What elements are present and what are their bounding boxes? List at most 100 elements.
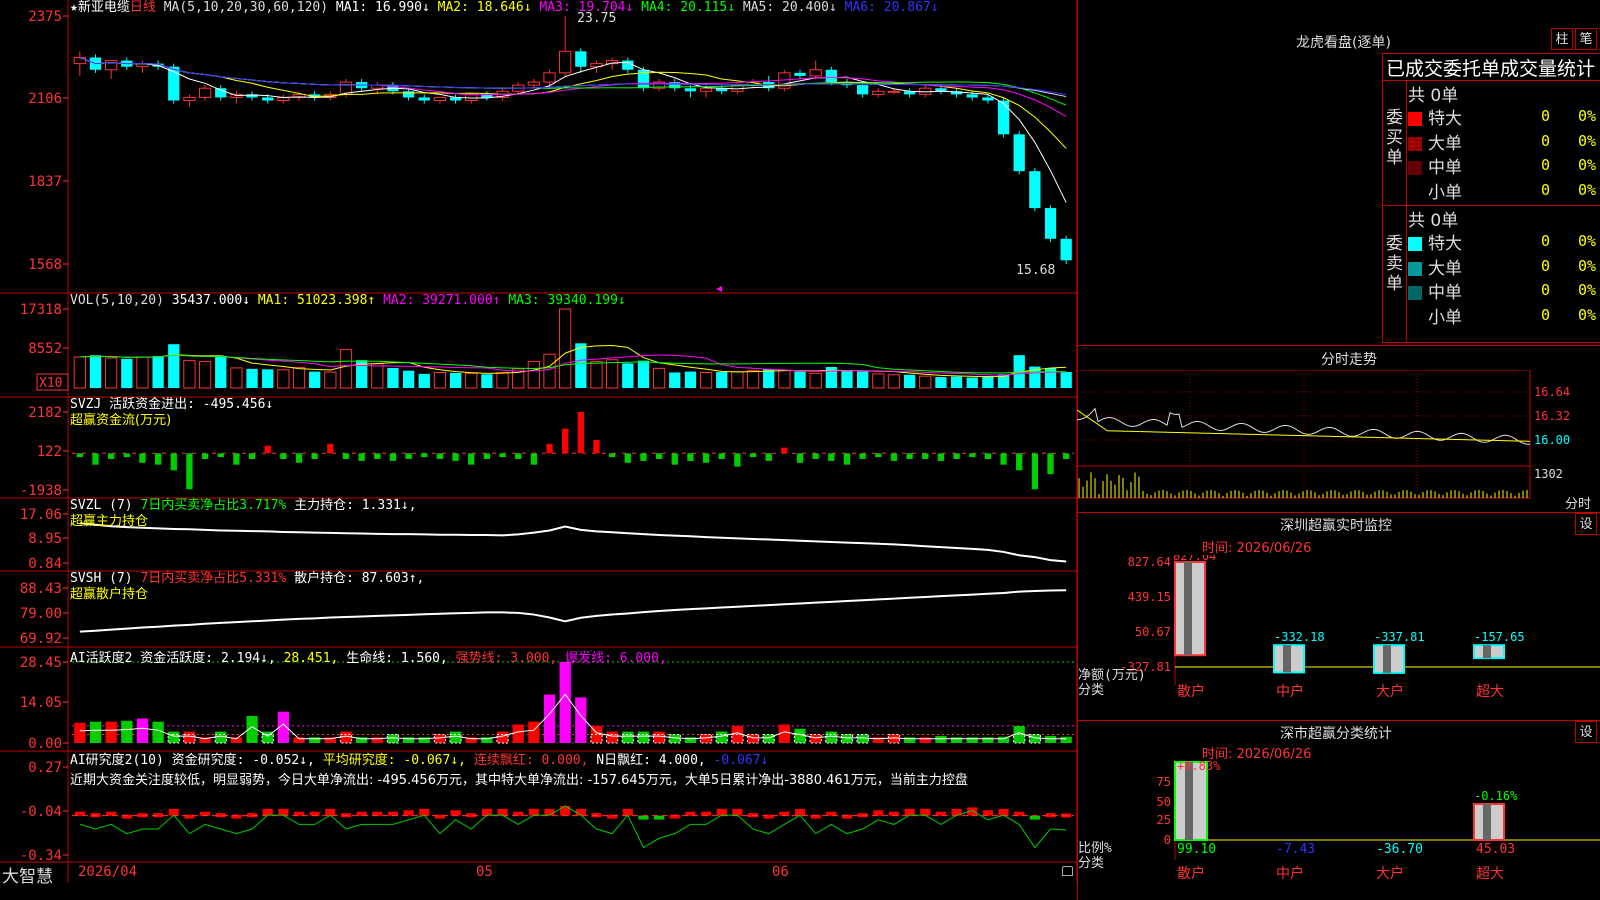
svzj-bar [546, 443, 553, 454]
svzj-bar [937, 453, 945, 461]
volume-bar [152, 356, 164, 388]
activity-bar [434, 734, 446, 743]
sell-row: 小单 [1408, 303, 1462, 328]
color-swatch [1408, 136, 1422, 151]
candle-up [872, 90, 885, 95]
svzj-bar [154, 453, 162, 465]
sz-class-category: 散户 [1177, 865, 1205, 882]
ai-research-tick-label: -0.04 [20, 804, 62, 820]
volume-bar [105, 357, 118, 389]
sell-row: 中单 [1408, 278, 1462, 303]
period-label[interactable]: 日线 [130, 0, 156, 15]
buy-row-name: 大单 [1428, 133, 1462, 154]
activity-bar [387, 734, 399, 743]
ai-activity-life: 生命线: 1.560, [346, 651, 448, 666]
color-swatch [1408, 261, 1422, 276]
volume-bar [669, 372, 681, 388]
volume-bar [402, 370, 415, 388]
volume-bar [872, 373, 885, 389]
research-bar [920, 808, 931, 816]
sell-row-value: 0 [1541, 281, 1551, 299]
volume-bar [496, 371, 509, 389]
volume-bar [481, 374, 493, 388]
color-swatch [1408, 310, 1422, 325]
sz-class-bottom-value: 45.03 [1476, 842, 1515, 857]
activity-bar [966, 737, 978, 743]
volume-bar [794, 371, 806, 388]
ma-line [79, 57, 1067, 98]
buy-row-name: 特大 [1428, 109, 1462, 129]
volume-bar [309, 371, 321, 388]
volume-bar [746, 370, 760, 389]
kline-chart-area[interactable]: 237521061837156823.7515.68173188552X1021… [0, 0, 1078, 882]
favorite-star-icon[interactable]: ★ [70, 0, 78, 15]
svzj-bar [248, 453, 256, 459]
research-bar [873, 810, 884, 816]
color-swatch [1408, 185, 1422, 200]
ai-activity-burst: 爆发线: 6.000, [565, 651, 667, 666]
svzj-tick-label: -1938 [20, 483, 62, 499]
svsh-tick-label: 69.92 [20, 631, 62, 647]
research-trend-line [79, 805, 1067, 849]
volume-bar [89, 355, 102, 388]
sz-monitor-bar-label: -157.65 [1474, 630, 1525, 644]
candle-down [794, 72, 806, 76]
sz-monitor-settings-button[interactable]: 设 [1575, 513, 1597, 535]
volume-bar [543, 353, 556, 389]
svzj-bar [483, 453, 491, 459]
svzj-bar [499, 453, 506, 458]
svzj-bar [593, 440, 600, 454]
volume-bar [277, 369, 290, 389]
volume-bar [246, 368, 258, 388]
research-bar [575, 808, 586, 816]
tick-view-button[interactable]: 笔 [1575, 28, 1597, 50]
svzj-bar [859, 453, 866, 459]
activity-bar [841, 734, 853, 743]
svzj-header: SVZJ 活跃资金进出: -495.456↓ 超赢资金流(万元) [70, 397, 273, 429]
sz-monitor-bar-label: 827.64 [1173, 555, 1216, 563]
svzl-tick-label: 17.06 [20, 507, 62, 523]
vol-ma3: MA3: 39340.199↓ [508, 293, 626, 308]
svzj-bar [405, 453, 412, 459]
svzj-bar [436, 453, 444, 459]
vol-tick-label: 17318 [20, 302, 62, 318]
sz-class-bar-shade [1185, 762, 1193, 840]
svzj-bar [92, 453, 99, 465]
research-bar [419, 808, 430, 816]
sz-class-tick-label: 75 [1157, 775, 1171, 789]
svzj-bar [123, 453, 130, 458]
vol-ma-line [79, 354, 1067, 376]
svzj-bar [1047, 453, 1054, 475]
ai-activity-tick-label: 0.00 [28, 736, 62, 752]
svzl-hold: 主力持仓: 1.331↓, [286, 498, 417, 513]
activity-bar [152, 721, 164, 743]
color-swatch [1408, 237, 1422, 251]
sell-orders-label: 委卖单 [1386, 234, 1403, 294]
candle-down [825, 69, 837, 83]
buy-row: 特大 [1408, 104, 1462, 129]
svzj-tick-label: 122 [37, 444, 62, 460]
candle-up [699, 87, 713, 92]
sell-row-name: 大单 [1428, 258, 1462, 279]
volume-bar [168, 344, 180, 388]
lock-icon[interactable] [1062, 866, 1073, 876]
ma1-value: MA1: 16.990↓ [335, 0, 438, 15]
svzj-bar [217, 453, 224, 458]
svzj-bar [1000, 453, 1007, 465]
sz-class-chart: 75 50 25 0 +0.83% -0.16% 99.10 -7.43 -36.70 45.03… [1078, 760, 1600, 882]
svsh-tick-label: 79.00 [20, 606, 62, 622]
svzj-bar [374, 453, 381, 459]
sz-class-settings-button[interactable]: 设 [1575, 721, 1597, 743]
column-view-button[interactable]: 柱 [1551, 28, 1573, 50]
ma-line [79, 57, 1067, 203]
intraday-chart[interactable]: 16.64 16.32 16.00 1302 [1077, 370, 1600, 512]
ai-activity-strong: 强势线: 3.000, [455, 651, 558, 666]
volume-bar [809, 372, 822, 389]
sell-row-value: 0 [1541, 305, 1551, 324]
svzj-label: SVZJ 活跃资金进出: -495.456↓ [70, 397, 274, 412]
sz-monitor-bar-shade [1483, 645, 1491, 659]
stock-name[interactable]: 新亚电缆 [78, 0, 130, 15]
buy-total: 共 0单 [1408, 86, 1459, 106]
svzj-bar [468, 453, 475, 465]
volume-bar [699, 371, 713, 389]
